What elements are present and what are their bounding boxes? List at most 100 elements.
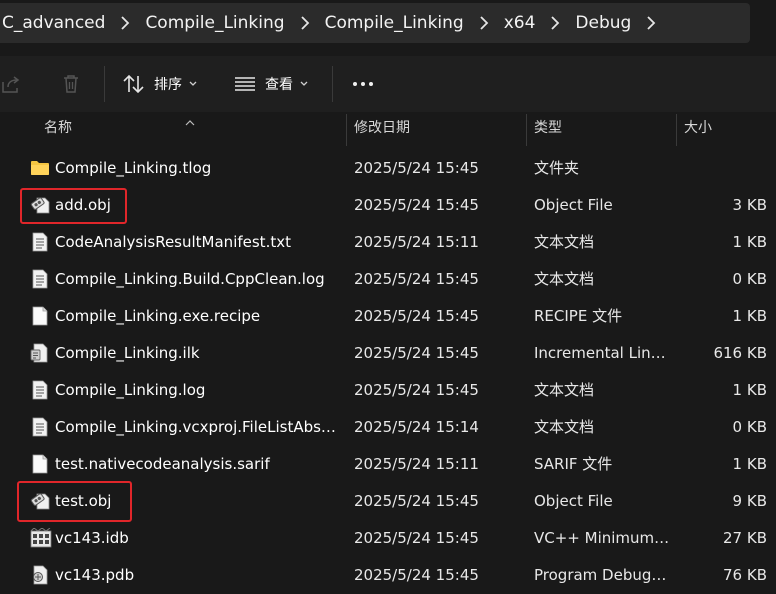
column-header-date[interactable]: 修改日期 xyxy=(347,112,525,148)
text-document-icon xyxy=(30,232,50,252)
text-document-icon xyxy=(30,269,50,289)
file-row[interactable]: CodeAnalysisResultManifest.txt 2025/5/24 … xyxy=(0,224,776,261)
file-row[interactable]: Compile_Linking.ilk 2025/5/24 15:45 Increm… xyxy=(0,335,776,372)
text-document-icon xyxy=(30,380,50,400)
breadcrumb-item-x64[interactable]: x64 xyxy=(504,3,536,43)
file-size: 0 KB xyxy=(732,270,767,288)
file-type: Object File xyxy=(534,196,613,214)
file-name: vc143.pdb xyxy=(55,566,135,584)
file-date-modified: 2025/5/24 15:45 xyxy=(354,529,479,547)
file-date-modified: 2025/5/24 15:45 xyxy=(354,492,479,510)
breadcrumb[interactable]: C_advanced Compile_Linking Compile_Linki… xyxy=(0,3,750,43)
file-name: Compile_Linking.vcxproj.FileListAbso... xyxy=(55,418,340,436)
file-date-modified: 2025/5/24 15:45 xyxy=(354,270,479,288)
share-icon[interactable] xyxy=(0,68,22,100)
file-date-modified: 2025/5/24 15:45 xyxy=(354,381,479,399)
blank-file-icon xyxy=(30,454,50,474)
file-size: 3 KB xyxy=(732,196,767,214)
file-size: 1 KB xyxy=(732,381,767,399)
folder-icon xyxy=(30,158,50,178)
column-header-name[interactable]: 名称 xyxy=(37,112,345,148)
idb-file-icon xyxy=(30,527,52,548)
object-file-icon xyxy=(30,491,50,511)
sort-label: 排序 xyxy=(154,77,182,93)
address-bar: C_advanced Compile_Linking Compile_Linki… xyxy=(0,0,776,46)
pdb-file-icon xyxy=(30,565,50,585)
file-type: 文本文档 xyxy=(534,233,595,251)
file-date-modified: 2025/5/24 15:45 xyxy=(354,307,479,325)
file-size: 76 KB xyxy=(723,566,767,584)
file-name: Compile_Linking.tlog xyxy=(55,159,212,177)
column-header: 名称 修改日期 类型 大小 xyxy=(0,112,776,148)
text-document-icon xyxy=(30,417,50,437)
file-size: 616 KB xyxy=(713,344,767,362)
breadcrumb-item-compile-linking-project[interactable]: Compile_Linking xyxy=(325,3,464,43)
blank-file-icon xyxy=(30,306,50,326)
file-type: Program Debug ... xyxy=(534,566,670,584)
toolbar-divider xyxy=(104,66,105,102)
more-icon xyxy=(352,81,374,87)
file-row[interactable]: vc143.pdb 2025/5/24 15:45 Program Debug ..… xyxy=(0,557,776,594)
file-row[interactable]: Compile_Linking.exe.recipe 2025/5/24 15:4… xyxy=(0,298,776,335)
file-row[interactable]: add.obj 2025/5/24 15:45 Object File 3 KB xyxy=(0,187,776,224)
file-size: 1 KB xyxy=(732,307,767,325)
chevron-right-icon[interactable] xyxy=(631,3,671,43)
breadcrumb-item-c-advanced[interactable]: C_advanced xyxy=(2,3,105,43)
chevron-right-icon[interactable] xyxy=(105,3,145,43)
file-name: test.nativecodeanalysis.sarif xyxy=(55,455,270,473)
file-row[interactable]: test.nativecodeanalysis.sarif 2025/5/24 1… xyxy=(0,446,776,483)
delete-icon[interactable] xyxy=(60,68,82,100)
file-size: 1 KB xyxy=(732,233,767,251)
sort-icon xyxy=(122,74,146,94)
file-type: 文件夹 xyxy=(534,159,580,177)
command-toolbar: 排序 查看 xyxy=(0,56,776,112)
chevron-right-icon[interactable] xyxy=(535,3,575,43)
file-name: vc143.idb xyxy=(55,529,129,547)
view-list-icon xyxy=(234,76,256,92)
file-date-modified: 2025/5/24 15:11 xyxy=(354,455,479,473)
view-button[interactable]: 查看 xyxy=(234,68,308,100)
toolbar-divider xyxy=(332,66,333,102)
file-row[interactable]: Compile_Linking.vcxproj.FileListAbso... 2… xyxy=(0,409,776,446)
chevron-down-icon xyxy=(189,81,197,87)
chevron-right-icon[interactable] xyxy=(285,3,325,43)
file-row[interactable]: Compile_Linking.tlog 2025/5/24 15:45 文件夹 xyxy=(0,150,776,187)
file-size: 9 KB xyxy=(732,492,767,510)
file-date-modified: 2025/5/24 15:45 xyxy=(354,159,479,177)
file-date-modified: 2025/5/24 15:45 xyxy=(354,566,479,584)
sort-button[interactable]: 排序 xyxy=(122,68,197,100)
file-size: 0 KB xyxy=(732,418,767,436)
column-header-size[interactable]: 大小 xyxy=(677,112,776,148)
file-name: CodeAnalysisResultManifest.txt xyxy=(55,233,291,251)
file-row[interactable]: vc143.idb 2025/5/24 15:45 VC++ Minimum ...… xyxy=(0,520,776,557)
file-size: 1 KB xyxy=(732,455,767,473)
view-label: 查看 xyxy=(265,77,293,93)
file-date-modified: 2025/5/24 15:11 xyxy=(354,233,479,251)
file-type: RECIPE 文件 xyxy=(534,307,623,325)
file-name: Compile_Linking.ilk xyxy=(55,344,200,362)
file-type: Object File xyxy=(534,492,613,510)
chevron-right-icon[interactable] xyxy=(464,3,504,43)
file-type: 文本文档 xyxy=(534,381,595,399)
file-name: add.obj xyxy=(55,196,111,214)
chevron-down-icon xyxy=(300,81,308,87)
file-type: Incremental Link... xyxy=(534,344,670,362)
ilk-file-icon xyxy=(30,343,50,363)
file-name: Compile_Linking.exe.recipe xyxy=(55,307,261,325)
file-list: Compile_Linking.tlog 2025/5/24 15:45 文件夹 ad… xyxy=(0,150,776,594)
file-row[interactable]: test.obj 2025/5/24 15:45 Object File 9 KB xyxy=(0,483,776,520)
file-name: Compile_Linking.log xyxy=(55,381,206,399)
breadcrumb-item-debug[interactable]: Debug xyxy=(575,3,631,43)
file-row[interactable]: Compile_Linking.log 2025/5/24 15:45 文本文档 1 … xyxy=(0,372,776,409)
file-row[interactable]: Compile_Linking.Build.CppClean.log 2025/5… xyxy=(0,261,776,298)
file-type: 文本文档 xyxy=(534,418,595,436)
more-options-button[interactable] xyxy=(352,68,374,100)
breadcrumb-item-compile-linking[interactable]: Compile_Linking xyxy=(145,3,284,43)
file-size: 27 KB xyxy=(723,529,767,547)
file-name: Compile_Linking.Build.CppClean.log xyxy=(55,270,325,288)
column-header-type[interactable]: 类型 xyxy=(527,112,675,148)
file-type: SARIF 文件 xyxy=(534,455,613,473)
file-date-modified: 2025/5/24 15:14 xyxy=(354,418,479,436)
file-name: test.obj xyxy=(55,492,112,510)
file-date-modified: 2025/5/24 15:45 xyxy=(354,196,479,214)
